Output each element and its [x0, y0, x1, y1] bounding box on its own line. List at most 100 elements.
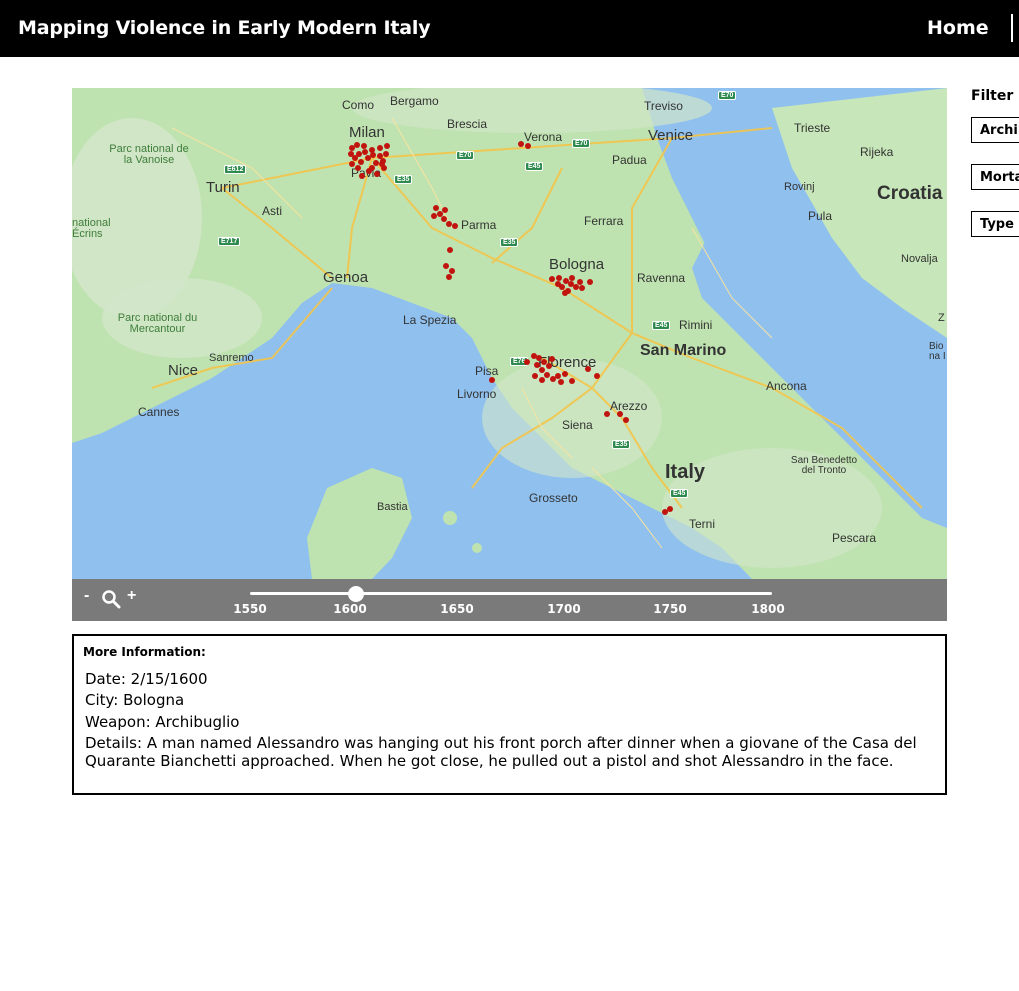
event-marker[interactable]: [489, 377, 495, 383]
event-marker[interactable]: [354, 142, 360, 148]
map-label-grosseto: Grosseto: [529, 491, 578, 505]
event-marker[interactable]: [377, 153, 383, 159]
map-label-bologna: Bologna: [549, 256, 605, 273]
map-view[interactable]: Como Bergamo Milan Brescia Treviso Veron…: [72, 88, 947, 579]
event-marker[interactable]: [558, 379, 564, 385]
map-label-brescia: Brescia: [447, 117, 488, 131]
event-marker[interactable]: [452, 223, 458, 229]
map-label-edge-bio: Bio na I: [929, 341, 946, 362]
event-marker[interactable]: [442, 207, 448, 213]
event-marker[interactable]: [449, 268, 455, 274]
event-marker[interactable]: [447, 247, 453, 253]
map-label-pisa: Pisa: [475, 364, 499, 378]
nav-home-link[interactable]: Home: [927, 17, 989, 39]
event-marker[interactable]: [383, 151, 389, 157]
zoom-out-button[interactable]: -: [84, 587, 89, 605]
map-label-edge-z: Z: [938, 312, 945, 324]
map-label-park-ecrins: national Écrins: [72, 217, 111, 240]
event-marker[interactable]: [525, 143, 531, 149]
map-label-arezzo: Arezzo: [610, 399, 648, 413]
event-marker[interactable]: [549, 276, 555, 282]
event-marker[interactable]: [369, 165, 375, 171]
map-label-verona: Verona: [524, 130, 563, 144]
timeline-tick: 1700: [547, 602, 581, 616]
event-marker[interactable]: [585, 366, 591, 372]
event-marker[interactable]: [443, 263, 449, 269]
road-shield: E35: [394, 175, 413, 184]
event-marker[interactable]: [446, 274, 452, 280]
event-marker[interactable]: [359, 173, 365, 179]
road-shield: E717: [218, 237, 241, 246]
map-label-park-mercantour: Parc national du Mercantour: [117, 312, 198, 335]
magnifier-icon[interactable]: [101, 589, 121, 614]
event-marker[interactable]: [539, 377, 545, 383]
map-label-genoa: Genoa: [323, 269, 369, 286]
map-label-sanremo: Sanremo: [209, 352, 254, 364]
info-weapon: Weapon: Archibuglio: [85, 713, 240, 731]
event-marker[interactable]: [569, 378, 575, 384]
event-marker[interactable]: [546, 363, 552, 369]
map-label-nice: Nice: [168, 362, 199, 379]
year-slider-thumb[interactable]: [348, 586, 365, 602]
map-label-turin: Turin: [206, 179, 240, 196]
event-marker[interactable]: [431, 213, 437, 219]
event-marker[interactable]: [377, 145, 383, 151]
road-shield: E70: [456, 151, 475, 160]
filter-type-button[interactable]: Type c: [971, 211, 1019, 237]
map-label-terni: Terni: [689, 517, 716, 531]
map-label-como: Como: [342, 98, 375, 112]
road-shield: E45: [670, 489, 689, 498]
map-label-siena: Siena: [562, 418, 593, 432]
year-slider-track[interactable]: [250, 592, 772, 595]
map-label-ravenna: Ravenna: [637, 271, 686, 285]
event-marker[interactable]: [562, 371, 568, 377]
info-date: Date: 2/15/1600: [85, 670, 208, 688]
map-label-la-spezia: La Spezia: [403, 313, 457, 327]
event-marker[interactable]: [562, 290, 568, 296]
event-marker[interactable]: [349, 161, 355, 167]
event-marker[interactable]: [518, 141, 524, 147]
road-shield: E35: [500, 238, 519, 247]
map-label-asti: Asti: [262, 204, 283, 218]
event-marker[interactable]: [623, 417, 629, 423]
event-marker[interactable]: [587, 279, 593, 285]
event-marker[interactable]: [544, 372, 550, 378]
map-label-padua: Padua: [612, 153, 647, 167]
event-marker[interactable]: [532, 373, 538, 379]
filter-weapon-button[interactable]: Archil: [971, 117, 1019, 143]
event-marker[interactable]: [370, 152, 376, 158]
event-marker[interactable]: [604, 411, 610, 417]
event-marker[interactable]: [617, 411, 623, 417]
timeline-bar: - + 1550 1600 1650 1700 1750 1800: [72, 579, 947, 621]
event-marker[interactable]: [348, 151, 354, 157]
road-shield: E45: [525, 162, 544, 171]
event-marker[interactable]: [355, 165, 361, 171]
map-label-ferrara: Ferrara: [584, 214, 624, 228]
event-marker[interactable]: [384, 143, 390, 149]
event-marker[interactable]: [569, 275, 575, 281]
event-marker[interactable]: [667, 506, 673, 512]
map-label-ancona: Ancona: [766, 379, 807, 393]
event-marker[interactable]: [549, 356, 555, 362]
event-marker[interactable]: [555, 281, 561, 287]
event-marker[interactable]: [379, 161, 385, 167]
more-information-panel: More Information: Date: 2/15/1600 City: …: [72, 634, 947, 795]
map-label-san-marino: San Marino: [640, 342, 727, 359]
zoom-in-button[interactable]: +: [127, 587, 136, 605]
event-marker[interactable]: [362, 149, 368, 155]
event-marker[interactable]: [579, 285, 585, 291]
map-label-croatia: Croatia: [877, 183, 943, 204]
event-marker[interactable]: [433, 205, 439, 211]
event-marker[interactable]: [524, 359, 530, 365]
event-marker[interactable]: [594, 373, 600, 379]
site-title[interactable]: Mapping Violence in Early Modern Italy: [18, 17, 431, 39]
map-label-milan: Milan: [349, 124, 385, 141]
map-label-rijeka: Rijeka: [860, 145, 894, 159]
event-marker[interactable]: [374, 171, 380, 177]
map-label-treviso: Treviso: [644, 99, 683, 113]
map-label-trieste: Trieste: [794, 121, 831, 135]
event-marker[interactable]: [358, 159, 364, 165]
road-shield: E70: [572, 139, 591, 148]
filter-mortality-button[interactable]: Morta: [971, 164, 1019, 190]
event-marker[interactable]: [356, 151, 362, 157]
